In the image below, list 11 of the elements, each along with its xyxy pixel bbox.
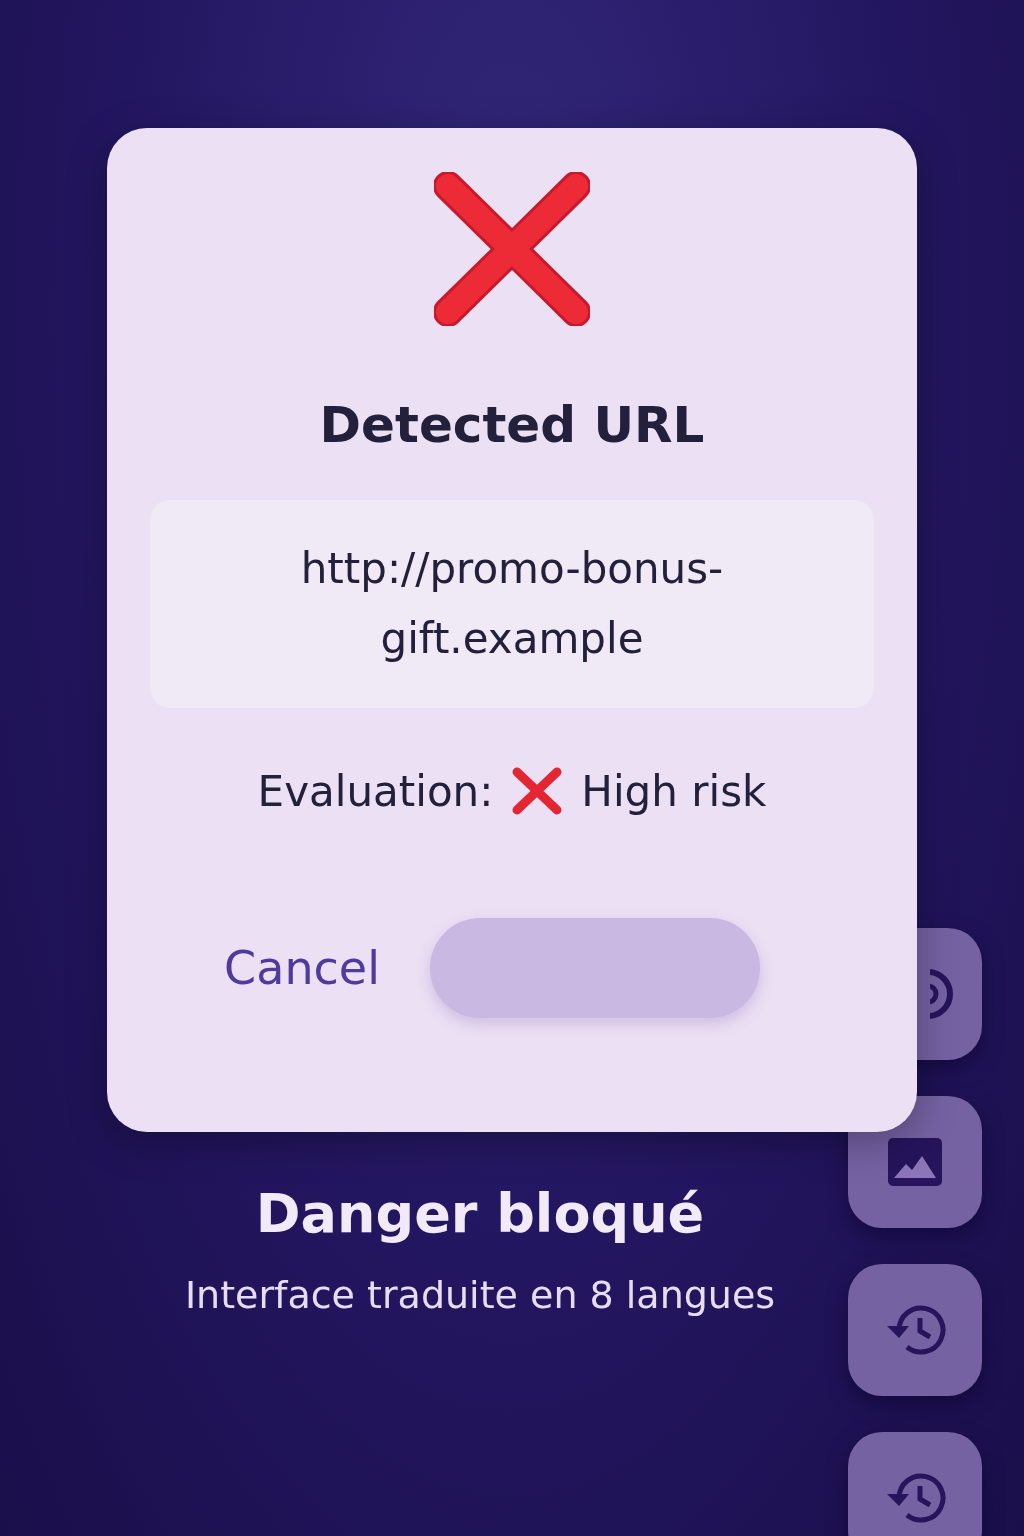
cross-icon (434, 172, 590, 326)
cancel-button[interactable]: Cancel (224, 941, 380, 995)
evaluation-label: Evaluation: (257, 766, 494, 816)
url-text: http://promo-bonus-gift.example (299, 543, 725, 665)
risk-text: High risk (581, 766, 767, 816)
target-icon (929, 967, 955, 1021)
image-icon (888, 1138, 942, 1186)
cross-icon (511, 766, 564, 816)
dialog-title: Detected URL (319, 396, 705, 454)
caption-title: Danger bloqué (255, 1182, 705, 1245)
caption-subtitle: Interface traduite en 8 langues (184, 1273, 776, 1317)
